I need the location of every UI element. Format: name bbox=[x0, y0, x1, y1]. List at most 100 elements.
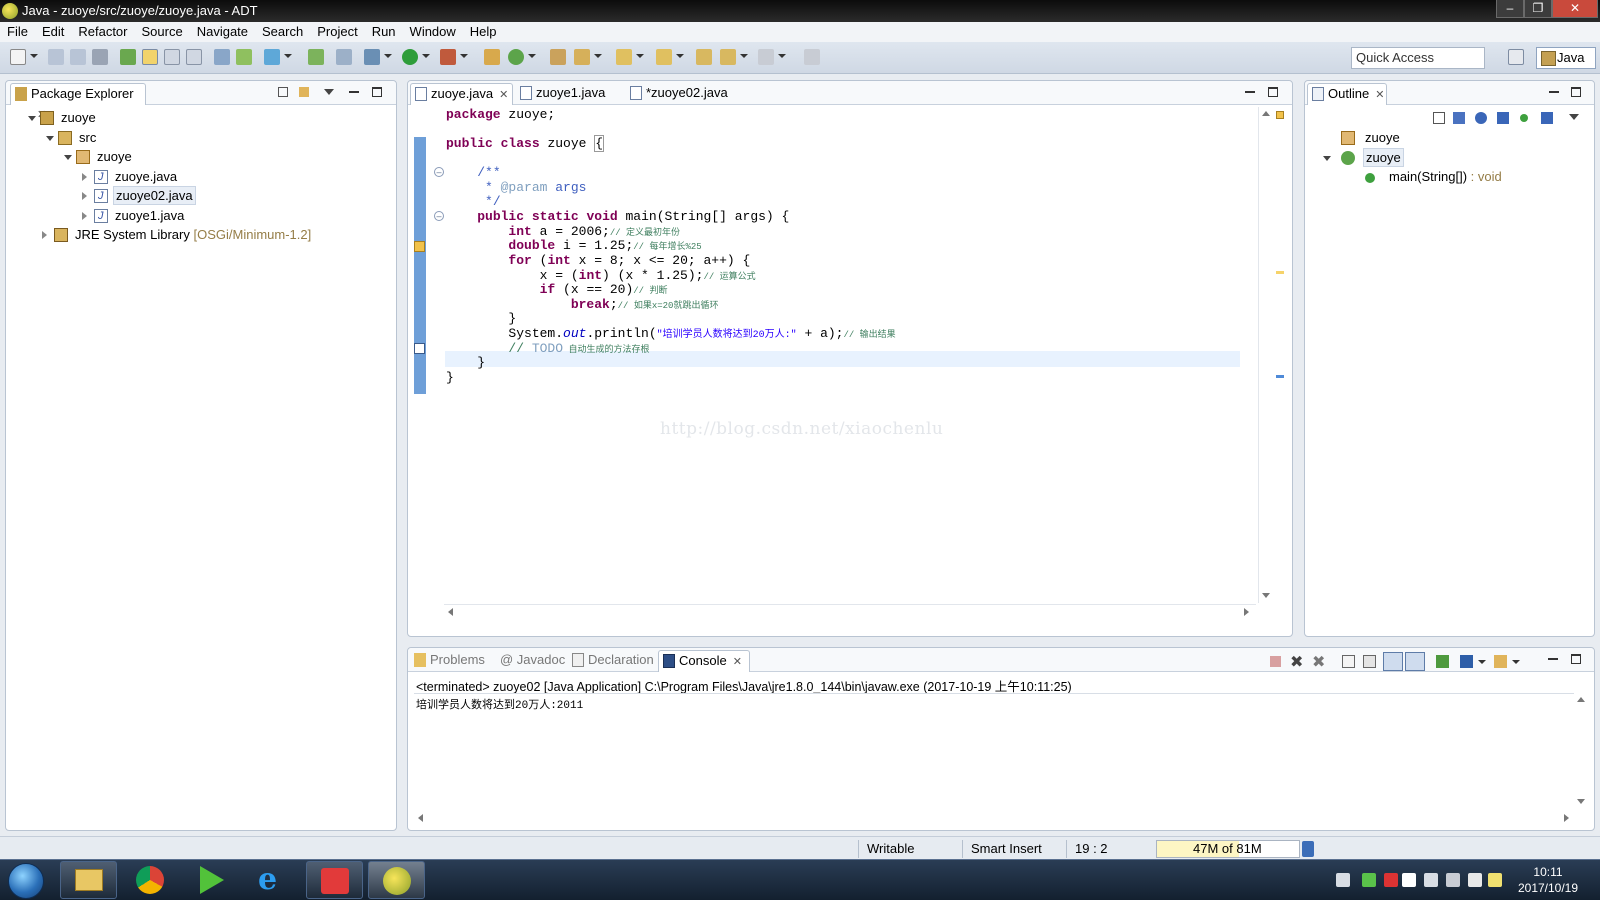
tree-item[interactable]: zuoye.java bbox=[6, 167, 396, 187]
tab-console[interactable]: Console ✕ bbox=[658, 650, 750, 672]
tree-item[interactable]: zuoye02.java bbox=[6, 186, 396, 206]
save-all-icon[interactable] bbox=[70, 49, 86, 65]
close-icon[interactable]: ✕ bbox=[1375, 85, 1384, 105]
menu-navigate[interactable]: Navigate bbox=[190, 22, 255, 42]
warning-overview-mark[interactable] bbox=[1276, 111, 1284, 119]
debug-config-icon[interactable] bbox=[364, 49, 380, 65]
expanded-arrow-icon[interactable] bbox=[64, 155, 72, 160]
menu-project[interactable]: Project bbox=[310, 22, 364, 42]
maximize-view-icon[interactable] bbox=[1571, 87, 1581, 97]
scroll-down-icon[interactable] bbox=[1577, 799, 1585, 804]
expanded-arrow-icon[interactable] bbox=[1323, 155, 1331, 161]
menu-run[interactable]: Run bbox=[365, 22, 403, 42]
debug-icon[interactable] bbox=[336, 49, 352, 65]
scroll-left-icon[interactable] bbox=[448, 608, 453, 616]
code-line-6[interactable]: public static void main(String[] args) { bbox=[446, 209, 789, 225]
collapsed-arrow-icon[interactable] bbox=[42, 231, 47, 239]
scroll-left-icon[interactable] bbox=[418, 814, 423, 822]
sort-icon[interactable] bbox=[1453, 112, 1465, 124]
start-button-icon[interactable] bbox=[8, 863, 44, 899]
open-console-dropdown-icon[interactable] bbox=[1512, 660, 1520, 664]
network-tray-icon[interactable] bbox=[1446, 873, 1460, 887]
last-edit-location-icon[interactable] bbox=[696, 49, 712, 65]
menu-search[interactable]: Search bbox=[255, 22, 310, 42]
tree-item[interactable]: src bbox=[6, 128, 396, 148]
tree-item[interactable]: zuoye1.java bbox=[6, 206, 396, 226]
back-icon[interactable] bbox=[720, 49, 736, 65]
tab-javadoc[interactable]: @ Javadoc bbox=[494, 650, 566, 672]
taskbar-explorer[interactable] bbox=[60, 861, 117, 899]
taskbar-ie[interactable]: e bbox=[244, 861, 301, 899]
back-dropdown-icon[interactable] bbox=[740, 54, 748, 58]
run-gc-icon[interactable] bbox=[1302, 841, 1314, 857]
code-line-17[interactable]: } bbox=[446, 370, 454, 386]
terminate-icon[interactable] bbox=[1270, 656, 1281, 667]
android-lint-icon[interactable] bbox=[308, 49, 324, 65]
debug-dropdown-icon[interactable] bbox=[384, 54, 392, 58]
maximize-view-icon[interactable] bbox=[372, 87, 382, 97]
security-tray-icon[interactable] bbox=[1424, 873, 1438, 887]
tab-problems[interactable]: Problems bbox=[410, 650, 490, 672]
code-line-1[interactable]: package zuoye; bbox=[446, 107, 555, 123]
menu-window[interactable]: Window bbox=[403, 22, 463, 42]
tab-package-explorer[interactable]: Package Explorer✕ bbox=[10, 83, 146, 121]
menu-help[interactable]: Help bbox=[463, 22, 504, 42]
next-annotation-dropdown-icon[interactable] bbox=[636, 54, 644, 58]
editor-horizontal-scrollbar[interactable] bbox=[444, 604, 1256, 618]
console-vertical-scrollbar[interactable] bbox=[1574, 693, 1588, 810]
tree-item[interactable]: zuoye bbox=[6, 147, 396, 167]
tab-zuoye1-java[interactable]: zuoye1.java bbox=[516, 83, 622, 105]
clear-console-icon[interactable] bbox=[1342, 655, 1355, 668]
java-perspective-button[interactable]: Java bbox=[1536, 47, 1596, 69]
task-marker-icon[interactable] bbox=[414, 343, 425, 354]
media-tray-icon[interactable] bbox=[1362, 873, 1376, 887]
toggle-mark-occurrences-icon[interactable] bbox=[142, 49, 158, 65]
scroll-right-icon[interactable] bbox=[1564, 814, 1569, 822]
hide-static-icon[interactable] bbox=[1497, 112, 1509, 124]
warning-marker-icon[interactable] bbox=[414, 241, 425, 252]
code-line-3[interactable]: /** bbox=[446, 165, 500, 181]
previous-annotation-icon[interactable] bbox=[656, 49, 672, 65]
taskbar-app[interactable] bbox=[306, 861, 363, 899]
task-icon[interactable] bbox=[264, 49, 280, 65]
open-perspective-icon[interactable] bbox=[1508, 49, 1524, 65]
tree-item[interactable]: JRE System Library [OSGi/Minimum-1.2] bbox=[6, 225, 396, 245]
code-line-16[interactable]: } bbox=[446, 355, 485, 371]
task-dropdown-icon[interactable] bbox=[284, 54, 292, 58]
menu-edit[interactable]: Edit bbox=[35, 22, 71, 42]
tab-declaration[interactable]: Declaration bbox=[568, 650, 654, 672]
scroll-right-icon[interactable] bbox=[1244, 608, 1249, 616]
outline-item[interactable]: zuoye bbox=[1305, 128, 1594, 148]
new-class-dropdown-icon[interactable] bbox=[528, 54, 536, 58]
external-tools-icon[interactable] bbox=[440, 49, 456, 65]
code-line-5[interactable]: */ bbox=[446, 194, 501, 210]
previous-annotation-dropdown-icon[interactable] bbox=[676, 54, 684, 58]
scroll-down-icon[interactable] bbox=[1262, 593, 1270, 598]
expanded-arrow-icon[interactable] bbox=[28, 116, 36, 121]
hide-non-public-icon[interactable] bbox=[1520, 114, 1528, 122]
toggle-block-selection-icon[interactable] bbox=[164, 49, 180, 65]
scroll-up-icon[interactable] bbox=[1262, 111, 1270, 116]
console-horizontal-scrollbar[interactable] bbox=[414, 811, 1574, 825]
android-emulator-icon[interactable] bbox=[236, 49, 252, 65]
view-menu-icon[interactable] bbox=[324, 89, 334, 95]
show-on-error-icon[interactable] bbox=[1405, 652, 1425, 671]
taskbar-clock[interactable]: 10:11 2017/10/19 bbox=[1500, 864, 1596, 896]
search-icon[interactable] bbox=[574, 49, 590, 65]
external-tools-dropdown-icon[interactable] bbox=[460, 54, 468, 58]
maximize-button[interactable]: ❐ bbox=[1524, 0, 1552, 18]
outline-item[interactable]: main(String[]) : void bbox=[1305, 167, 1594, 187]
tree-item[interactable]: zuoye bbox=[6, 108, 396, 128]
code-line-9[interactable]: for (int x = 8; x <= 20; a++) { bbox=[446, 253, 750, 269]
new-java-class-icon[interactable] bbox=[508, 49, 524, 65]
minimize-button[interactable]: – bbox=[1496, 0, 1524, 18]
flag-tray-icon[interactable] bbox=[1402, 873, 1416, 887]
console-output-area[interactable]: 培训学员人数将达到20万人:2011 bbox=[414, 693, 1574, 810]
collapsed-arrow-icon[interactable] bbox=[82, 211, 87, 220]
close-icon[interactable]: ✕ bbox=[733, 652, 742, 672]
code-line-13[interactable]: } bbox=[446, 311, 516, 327]
search-dropdown-icon[interactable] bbox=[594, 54, 602, 58]
run-icon[interactable] bbox=[402, 49, 418, 65]
task-overview-line[interactable] bbox=[1276, 375, 1284, 378]
sdk-manager-icon[interactable] bbox=[120, 49, 136, 65]
